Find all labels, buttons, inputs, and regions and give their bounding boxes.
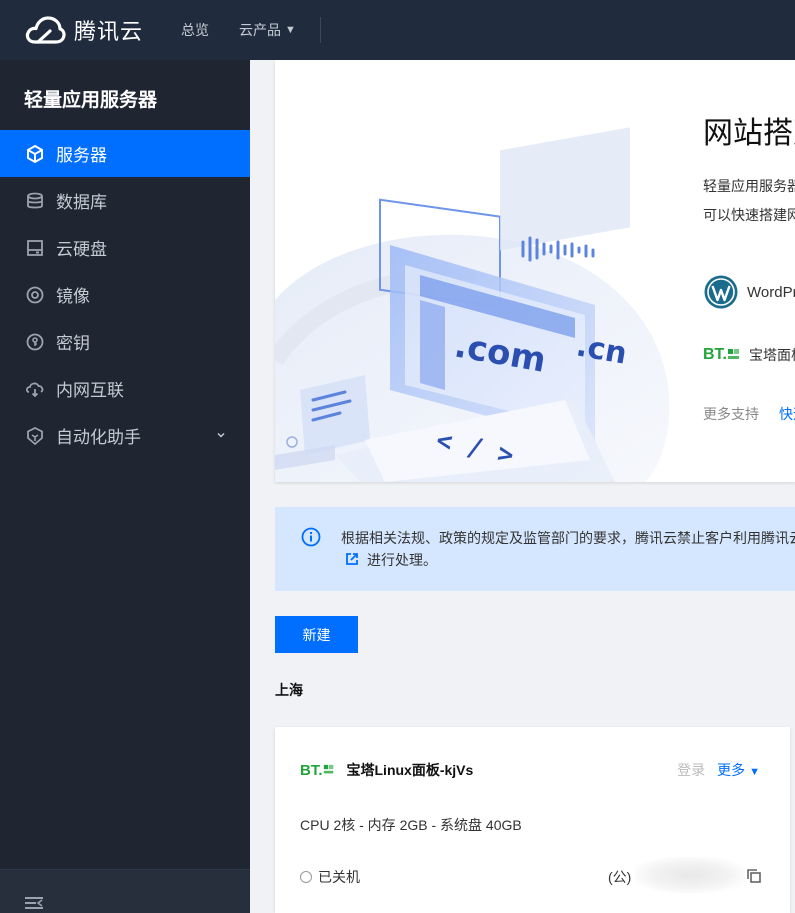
nav-divider <box>319 17 321 43</box>
instance-actions: 登录 更多 ▼ <box>677 760 760 780</box>
sidebar: 轻量应用服务器 服务器 数据库 云硬盘 镜像 密钥 内网互联 自动化助手 <box>0 60 250 913</box>
sidebar-item-servers[interactable]: 服务器 <box>0 130 250 177</box>
collapse-sidebar-icon[interactable] <box>24 896 44 913</box>
ip-address-redacted <box>635 857 745 893</box>
notice-text: 根据相关法规、政策的规定及监管部门的要求，腾讯云禁止客户利用腾讯云 <box>341 530 795 546</box>
cube-icon <box>24 143 46 165</box>
bt-panel-item[interactable]: BT. 宝塔面板 <box>703 345 795 365</box>
bt-logo-icon: BT. <box>300 762 335 779</box>
nav-overview-label: 总览 <box>181 22 210 38</box>
nav-overview[interactable]: 总览 <box>181 20 209 40</box>
main-content: .com .cn < / > 网站搭建 轻量应用服务器的应用镜像，您可以快速搭建… <box>250 60 795 913</box>
sidebar-footer <box>0 869 250 913</box>
login-link[interactable]: 登录 <box>677 760 705 780</box>
new-instance-button[interactable]: 新建 <box>275 616 358 653</box>
public-ip-label: (公) <box>608 869 632 885</box>
promo-banner: .com .cn < / > 网站搭建 轻量应用服务器的应用镜像，您可以快速搭建… <box>275 60 795 482</box>
sidebar-item-automation[interactable]: 自动化助手 <box>0 412 250 459</box>
sidebar-item-database[interactable]: 数据库 <box>0 177 250 224</box>
copy-icon[interactable] <box>747 869 761 888</box>
disk-icon <box>24 237 46 259</box>
sidebar-item-disk[interactable]: 云硬盘 <box>0 224 250 271</box>
instance-name[interactable]: 宝塔Linux面板-kjVs <box>347 760 474 780</box>
brand-name: 腾讯云 <box>74 19 144 44</box>
top-navigation-bar: 腾讯云 总览 云产品 ▼ <box>0 0 795 60</box>
sidebar-item-label: 服务器 <box>56 146 107 165</box>
bt-panel-label: 宝塔面板 <box>749 347 795 363</box>
policy-notice: 根据相关法规、政策的规定及监管部门的要求，腾讯云禁止客户利用腾讯云 进行处理。 <box>275 507 795 591</box>
wordpress-label: WordPress <box>747 283 795 301</box>
caret-down-icon: ▼ <box>749 766 760 778</box>
chevron-down-icon[interactable] <box>216 429 226 443</box>
banner-description: 轻量应用服务器的应用镜像，您可以快速搭建网站。 <box>703 178 795 223</box>
network-icon <box>24 378 46 400</box>
sidebar-title: 轻量应用服务器 <box>24 90 158 111</box>
sidebar-item-keys[interactable]: 密钥 <box>0 318 250 365</box>
wordpress-icon <box>704 275 738 309</box>
quick-link[interactable]: 快速 <box>779 404 795 424</box>
sidebar-item-image[interactable]: 镜像 <box>0 271 250 318</box>
website-illustration: .com .cn < / > <box>275 127 670 482</box>
wordpress-item[interactable]: WordPress <box>703 274 795 310</box>
automation-icon <box>24 425 46 447</box>
sidebar-item-label: 云硬盘 <box>56 240 107 259</box>
nav-products-label: 云产品 <box>239 22 282 38</box>
sidebar-item-label: 数据库 <box>56 193 107 212</box>
external-link-icon[interactable] <box>345 552 359 569</box>
banner-title: 网站搭建 <box>703 117 795 150</box>
sidebar-item-label: 镜像 <box>56 287 90 306</box>
sidebar-item-network[interactable]: 内网互联 <box>0 365 250 412</box>
more-support-label: 更多支持 <box>703 406 759 422</box>
status-label: 已关机 <box>318 869 360 885</box>
instance-header: BT. 宝塔Linux面板-kjVs <box>300 760 473 780</box>
image-icon <box>24 284 46 306</box>
sidebar-item-label: 密钥 <box>56 334 90 353</box>
more-actions-dropdown[interactable]: 更多 ▼ <box>717 760 760 780</box>
instance-card: BT. 宝塔Linux面板-kjVs 登录 更多 ▼ CPU 2核 - 内存 2G… <box>275 727 790 913</box>
notice-text-2: 进行处理。 <box>367 552 437 568</box>
caret-down-icon: ▼ <box>285 24 296 36</box>
key-icon <box>24 331 46 353</box>
sidebar-item-label: 内网互联 <box>56 381 124 400</box>
notice-line-2: 进行处理。 <box>345 550 437 570</box>
sidebar-item-label: 自动化助手 <box>56 428 141 447</box>
region-title: 上海 <box>275 682 303 698</box>
bt-logo-icon: BT. <box>703 346 741 364</box>
nav-products-dropdown[interactable]: 云产品 ▼ <box>239 20 296 40</box>
database-icon <box>24 190 46 212</box>
cloud-logo-icon <box>25 16 66 44</box>
info-icon <box>301 527 321 552</box>
instance-spec: CPU 2核 - 内存 2GB - 系统盘 40GB <box>300 817 522 833</box>
brand-logo[interactable]: 腾讯云 <box>24 14 143 46</box>
status-stopped-icon <box>300 871 312 883</box>
more-actions-label: 更多 <box>717 762 746 778</box>
instance-status: 已关机 <box>300 867 360 887</box>
more-support-row: 更多支持 快速 <box>703 404 795 424</box>
